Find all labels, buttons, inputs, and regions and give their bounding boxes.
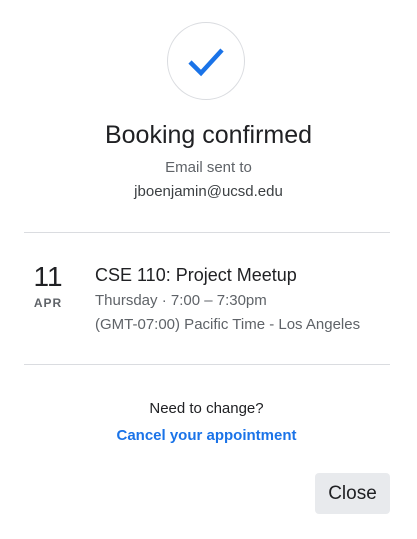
event-date-day: 11 xyxy=(33,261,63,292)
email-sent-label: Email sent to xyxy=(165,159,252,176)
confirmation-title: Booking confirmed xyxy=(104,121,313,149)
email-address: jboenjamin@ucsd.edu xyxy=(134,183,283,200)
cancel-appointment-link[interactable]: Cancel your appointment xyxy=(0,426,413,446)
divider-top xyxy=(24,232,390,233)
need-to-change-label: Need to change? xyxy=(149,400,264,417)
event-title: CSE 110: Project Meetup xyxy=(95,265,297,285)
event-date-month: APR xyxy=(33,296,63,310)
booking-confirmation-dialog: Booking confirmed Email sent to jboenjam… xyxy=(0,0,417,539)
close-button[interactable]: Close xyxy=(315,473,390,514)
confirmation-badge xyxy=(167,22,245,100)
event-time: Thursday · 7:00 – 7:30pm xyxy=(95,292,267,309)
checkmark-icon xyxy=(188,48,224,77)
event-timezone: (GMT-07:00) Pacific Time - Los Angeles xyxy=(95,316,361,333)
divider-bottom xyxy=(24,364,390,365)
